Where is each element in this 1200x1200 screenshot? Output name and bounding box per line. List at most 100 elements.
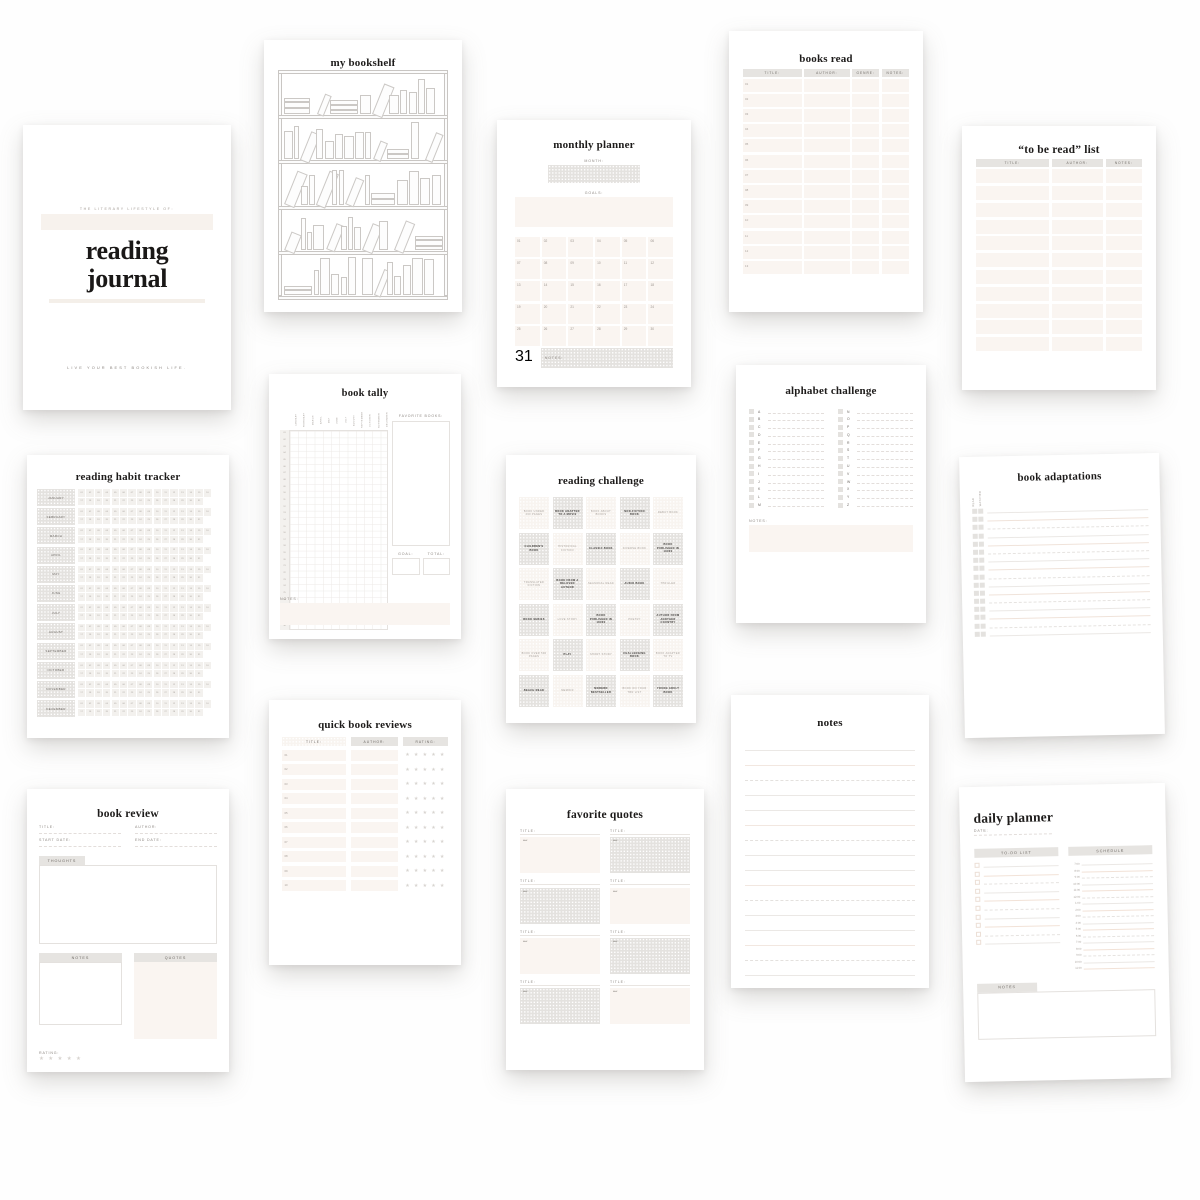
habit-day-cell[interactable]: 05	[111, 527, 119, 535]
habit-day-cell[interactable]: 12	[170, 700, 178, 708]
alphabet-checkbox[interactable]	[838, 432, 843, 438]
todo-checkbox[interactable]	[976, 940, 982, 946]
habit-day-cell[interactable]: 14	[187, 585, 195, 593]
habit-day-cell[interactable]: 19	[94, 651, 103, 659]
calendar-day-cell[interactable]: 05	[621, 237, 647, 257]
habit-day-cell[interactable]: 01	[78, 681, 86, 689]
table-cell[interactable]	[976, 286, 1049, 301]
table-cell[interactable]	[1105, 320, 1142, 335]
habit-day-cell[interactable]: 16	[203, 700, 212, 708]
habit-day-cell[interactable]: 26	[153, 497, 161, 505]
calendar-day-cell[interactable]: 15	[568, 281, 593, 302]
alphabet-checkbox[interactable]	[749, 432, 754, 438]
challenge-cell[interactable]: BOOK SERIES	[519, 603, 549, 636]
todo-entry-line[interactable]	[984, 904, 1060, 911]
alphabet-checkbox[interactable]	[749, 471, 754, 477]
habit-day-grid[interactable]: 01 02 03 04 05 06 07 08 09 10 11 12 13 14 15 16 17 18 19 20…	[78, 700, 219, 717]
page-tbr-list[interactable]: “to be read” list TITLE: AUTHOR: NOTES:	[962, 126, 1156, 390]
table-row[interactable]: 08 ★ ★ ★ ★ ★	[282, 851, 448, 862]
table-cell[interactable]	[804, 109, 850, 123]
quick-review-author-cell[interactable]	[350, 764, 399, 775]
table-cell[interactable]	[881, 169, 909, 183]
calendar-day-cell[interactable]: 07	[515, 259, 540, 280]
habit-day-cell[interactable]: 28	[170, 535, 178, 544]
todo-checkbox[interactable]	[975, 914, 981, 920]
notes-line[interactable]	[745, 961, 915, 976]
page-book-tally[interactable]: book tally JANUARY FEBRUARY MARCH APRIL MAY J…	[269, 374, 461, 639]
alphabet-entry-line[interactable]	[768, 410, 824, 414]
habit-day-cell[interactable]: 17	[78, 516, 86, 524]
notes-line[interactable]	[745, 751, 915, 766]
page-monthly-planner[interactable]: monthly planner MONTH: GOALS: 01 02 03 04 05…	[497, 120, 691, 387]
alphabet-entry-line[interactable]	[768, 425, 824, 430]
habit-day-cell[interactable]: 20	[103, 593, 111, 601]
read-checkbox[interactable]	[973, 549, 979, 555]
alphabet-checkbox[interactable]	[749, 455, 754, 461]
habit-day-cell[interactable]: 19	[94, 670, 103, 678]
habit-day-cell[interactable]: 20	[103, 555, 111, 563]
tbr-rows[interactable]	[976, 169, 1142, 352]
quote-field[interactable]: ““	[520, 988, 600, 1025]
table-row[interactable]: 10 ★ ★ ★ ★ ★	[282, 880, 448, 891]
habit-day-cell[interactable]: 31	[195, 555, 203, 563]
alphabet-checkbox[interactable]	[749, 409, 754, 414]
habit-day-cell[interactable]: 28	[170, 574, 178, 582]
habit-day-cell[interactable]: 10	[153, 604, 161, 612]
habit-day-cell[interactable]: 09	[145, 546, 153, 555]
page-books-read[interactable]: books read TITLE: AUTHOR: GENRE: NOTES: 01 0…	[729, 31, 923, 312]
habit-day-cell[interactable]: 28	[170, 612, 178, 620]
quick-review-title-cell[interactable]: 02	[282, 764, 346, 775]
quote-title-line[interactable]	[610, 834, 690, 835]
challenge-cell[interactable]: BOOK PUBLISHED IN 1900S	[653, 532, 683, 565]
table-cell[interactable]	[852, 169, 880, 183]
table-cell[interactable]	[1051, 186, 1103, 201]
habit-day-line[interactable]: 17 18 19 20 21 22 23 24 25 26 27 28 29 30 31	[78, 535, 219, 544]
habit-day-cell[interactable]: 30	[187, 631, 195, 640]
notes-line[interactable]	[745, 916, 915, 931]
todo-row[interactable]	[974, 861, 1059, 868]
table-row[interactable]: 06 ★ ★ ★ ★ ★	[282, 822, 448, 833]
table-cell[interactable]	[804, 124, 850, 138]
quick-review-rating-stars[interactable]: ★ ★ ★ ★ ★	[403, 781, 448, 787]
table-cell[interactable]	[852, 260, 880, 274]
habit-day-line[interactable]: 17 18 19 20 21 22 23 24 25 26 27 28 29 30 31	[78, 612, 219, 620]
habit-day-cell[interactable]: 01	[78, 508, 86, 516]
watched-checkbox[interactable]	[980, 623, 986, 629]
habit-day-cell[interactable]: 07	[128, 681, 136, 689]
habit-day-cell[interactable]: 19	[94, 555, 103, 563]
habit-day-cell[interactable]: 18	[86, 535, 94, 544]
table-cell[interactable]	[881, 230, 909, 244]
read-checkbox[interactable]	[973, 574, 979, 580]
todo-entry-line[interactable]	[984, 886, 1060, 894]
habit-day-cell[interactable]: 24	[136, 593, 145, 601]
habit-day-cell[interactable]: 22	[119, 651, 128, 659]
habit-day-line[interactable]: 17 18 19 20 21 22 23 24 25 26 27 28 29 30 31	[78, 497, 219, 505]
habit-day-cell[interactable]: 14	[187, 642, 195, 650]
habit-day-cell[interactable]: 06	[119, 527, 128, 535]
table-cell[interactable]	[881, 124, 909, 138]
habit-day-cell[interactable]: 19	[94, 708, 103, 716]
habit-day-line[interactable]: 01 02 03 04 05 06 07 08 09 10 11 12 13 14 15 16	[78, 604, 219, 612]
notes-line[interactable]	[745, 736, 915, 751]
challenge-cell[interactable]: BOOK ADAPTED TO A MOVIE	[552, 497, 583, 529]
calendar-day-cell[interactable]: 09	[568, 259, 593, 280]
schedule-row[interactable]: 4:00	[1070, 917, 1154, 925]
table-row[interactable]	[976, 286, 1142, 301]
habit-day-cell[interactable]: 18	[86, 555, 94, 563]
habit-day-cell[interactable]: 30	[187, 516, 195, 524]
read-checkbox[interactable]	[974, 606, 980, 613]
habit-day-cell[interactable]: 06	[119, 585, 128, 593]
habit-day-cell[interactable]: 15	[195, 623, 203, 631]
habit-day-cell[interactable]: 17	[78, 555, 86, 563]
quick-review-title-cell[interactable]: 07	[282, 836, 346, 848]
notes-line[interactable]	[745, 931, 915, 946]
table-cell[interactable]: 05	[743, 139, 802, 153]
habit-day-cell[interactable]: 09	[145, 700, 153, 708]
habit-day-cell[interactable]: 18	[86, 516, 94, 524]
habit-day-cell[interactable]: 09	[145, 623, 153, 631]
habit-day-cell[interactable]: 15	[195, 565, 203, 574]
table-row[interactable]: 03	[743, 109, 909, 123]
adaptation-entry-line[interactable]	[989, 627, 1151, 637]
alphabet-entry-line[interactable]	[857, 487, 913, 492]
table-cell[interactable]	[976, 320, 1049, 335]
